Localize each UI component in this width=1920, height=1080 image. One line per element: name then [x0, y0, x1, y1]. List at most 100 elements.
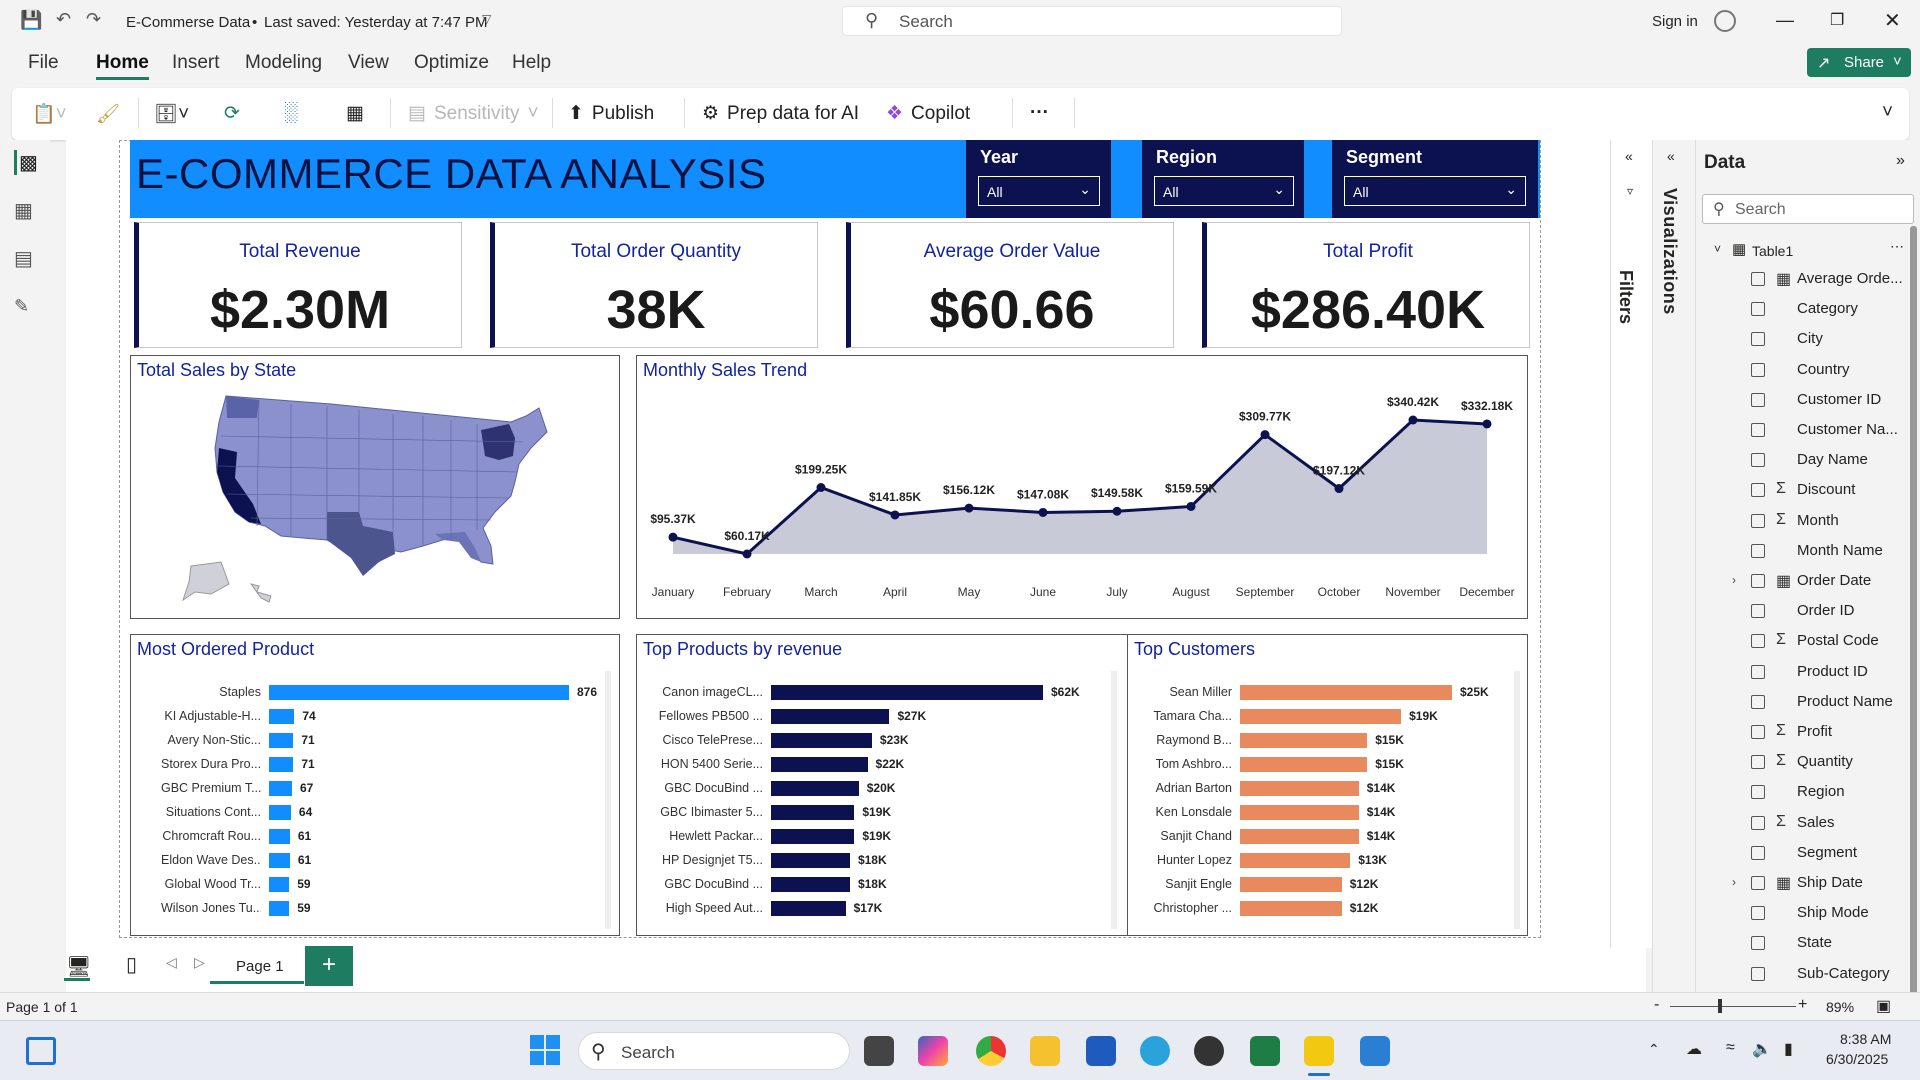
sensitivity-button[interactable]: ▤ Sensitivity ˅	[408, 102, 539, 125]
field-name[interactable]: Product ID	[1797, 663, 1868, 680]
field-name[interactable]: Month	[1797, 512, 1839, 529]
bar[interactable]	[771, 757, 868, 772]
publish-button[interactable]: ⬆ Publish	[568, 102, 654, 125]
kpi-card-revenue[interactable]: Total Revenue $2.30M	[134, 222, 462, 348]
field-name[interactable]: Product Name	[1797, 693, 1893, 710]
field-name[interactable]: Category	[1797, 300, 1858, 317]
bar[interactable]	[771, 901, 846, 916]
undo-icon[interactable]: ↶	[56, 9, 71, 30]
field-checkbox[interactable]	[1751, 876, 1765, 890]
model-view-icon[interactable]: ▤	[14, 246, 33, 271]
trend-point[interactable]	[1408, 415, 1418, 425]
bar[interactable]	[269, 805, 291, 820]
field-checkbox[interactable]	[1751, 664, 1765, 679]
excel-icon[interactable]	[1250, 1036, 1280, 1066]
field-name[interactable]: Region	[1797, 783, 1845, 800]
field-checkbox[interactable]	[1751, 362, 1765, 377]
segment-dropdown[interactable]: All ⌄	[1344, 176, 1526, 206]
field-name[interactable]: Profit	[1797, 723, 1832, 740]
field-checkbox[interactable]	[1751, 604, 1765, 619]
dax-view-icon[interactable]: ✎	[14, 296, 29, 317]
revenue-visual[interactable]: Top Products by revenue Canon imageCL...…	[636, 634, 1128, 936]
region-dropdown[interactable]: All ⌄	[1154, 176, 1294, 206]
menu-home[interactable]: Home	[96, 52, 149, 80]
table-more-icon[interactable]: ⋯	[1890, 238, 1904, 255]
trend-point[interactable]	[816, 482, 826, 492]
new-visual-icon[interactable]: ░	[284, 102, 297, 124]
bar[interactable]	[269, 877, 290, 892]
paste-icon[interactable]: 📋˅	[32, 102, 67, 126]
table-name[interactable]: Table1	[1752, 243, 1793, 259]
bar[interactable]	[269, 829, 290, 844]
field-name[interactable]: Order ID	[1797, 602, 1855, 619]
bar[interactable]	[269, 781, 292, 796]
trend-point[interactable]	[1186, 501, 1196, 511]
field-name[interactable]: Order Date	[1797, 572, 1871, 589]
bar[interactable]	[771, 733, 872, 748]
bar[interactable]	[1240, 853, 1351, 868]
field-checkbox[interactable]	[1751, 272, 1765, 286]
menu-optimize[interactable]: Optimize	[414, 52, 489, 74]
field-checkbox[interactable]	[1751, 694, 1765, 709]
mobile-layout-icon[interactable]: ▯	[126, 952, 137, 977]
field-checkbox[interactable]	[1751, 845, 1765, 860]
report-view-icon[interactable]: ▩	[14, 150, 38, 175]
bar[interactable]	[771, 853, 850, 868]
bar[interactable]	[1240, 829, 1359, 844]
redo-icon[interactable]: ↷	[86, 9, 101, 30]
field-name[interactable]: Postal Code	[1797, 632, 1879, 649]
field-checkbox[interactable]	[1751, 634, 1765, 649]
field-checkbox[interactable]	[1751, 755, 1765, 770]
battery-icon[interactable]: ▮	[1784, 1039, 1793, 1059]
collapse-ribbon-icon[interactable]: ˅	[1882, 102, 1893, 124]
bar[interactable]	[771, 709, 890, 724]
sign-in-link[interactable]: Sign in	[1652, 13, 1698, 30]
field-name[interactable]: Day Name	[1797, 451, 1868, 468]
chevron-right-icon[interactable]: ›	[1732, 875, 1736, 889]
task-view-icon[interactable]	[864, 1036, 894, 1066]
collapse-data-icon[interactable]: »	[1896, 152, 1905, 170]
chevron-down-icon[interactable]: ▽	[482, 12, 491, 26]
bar[interactable]	[269, 709, 295, 724]
fit-page-icon[interactable]: ▣	[1876, 996, 1891, 1016]
clock-time[interactable]: 8:38 AM	[1840, 1031, 1891, 1047]
field-checkbox[interactable]	[1751, 815, 1765, 830]
trend-point[interactable]	[668, 532, 678, 542]
visualizations-pane[interactable]: « Visualizations	[1652, 140, 1696, 992]
wifi-icon[interactable]: ≈	[1726, 1039, 1735, 1057]
field-checkbox[interactable]	[1751, 392, 1765, 407]
trend-point[interactable]	[1482, 419, 1492, 429]
title-search[interactable]: ⚲ Search	[842, 6, 1342, 36]
menu-modeling[interactable]: Modeling	[245, 52, 322, 74]
trend-point[interactable]	[890, 510, 900, 520]
data-search-input[interactable]: ⚲ Search	[1702, 194, 1914, 224]
zoom-out-button[interactable]: -	[1654, 996, 1659, 1014]
scrollbar[interactable]	[605, 671, 611, 929]
field-name[interactable]: Ship Mode	[1797, 904, 1869, 921]
trend-visual[interactable]: Monthly Sales Trend $95.37K January $60.17…	[636, 355, 1528, 619]
save-icon[interactable]: 💾	[20, 10, 42, 31]
file-explorer-icon[interactable]	[1030, 1036, 1060, 1066]
menu-help[interactable]: Help	[512, 52, 551, 74]
zoom-thumb[interactable]	[1718, 999, 1722, 1013]
field-checkbox[interactable]	[1751, 906, 1765, 921]
field-name[interactable]: Sub-Category	[1797, 965, 1890, 982]
year-dropdown[interactable]: All ⌄	[978, 176, 1100, 206]
trend-point[interactable]	[964, 503, 974, 513]
map-visual[interactable]: Total Sales by State	[130, 355, 620, 619]
page-tab[interactable]: Page 1	[210, 946, 304, 984]
scrollbar[interactable]	[1111, 671, 1117, 929]
bar[interactable]	[269, 853, 290, 868]
trend-point[interactable]	[1260, 430, 1270, 440]
table-view-icon[interactable]: ▦	[14, 198, 33, 223]
field-name[interactable]: Customer ID	[1797, 391, 1881, 408]
expand-visualizations-icon[interactable]: «	[1667, 148, 1675, 164]
field-checkbox[interactable]	[1751, 332, 1765, 347]
chevron-down-icon[interactable]: ˅	[1714, 242, 1721, 256]
get-data-icon[interactable]: 🗄˅	[154, 102, 189, 126]
bar[interactable]	[269, 757, 294, 772]
taskbar-search[interactable]: ⚲ Search	[578, 1032, 850, 1070]
field-name[interactable]: Ship Date	[1797, 874, 1863, 891]
prev-page-icon[interactable]: ◁	[166, 954, 177, 971]
bar[interactable]	[1240, 685, 1452, 700]
